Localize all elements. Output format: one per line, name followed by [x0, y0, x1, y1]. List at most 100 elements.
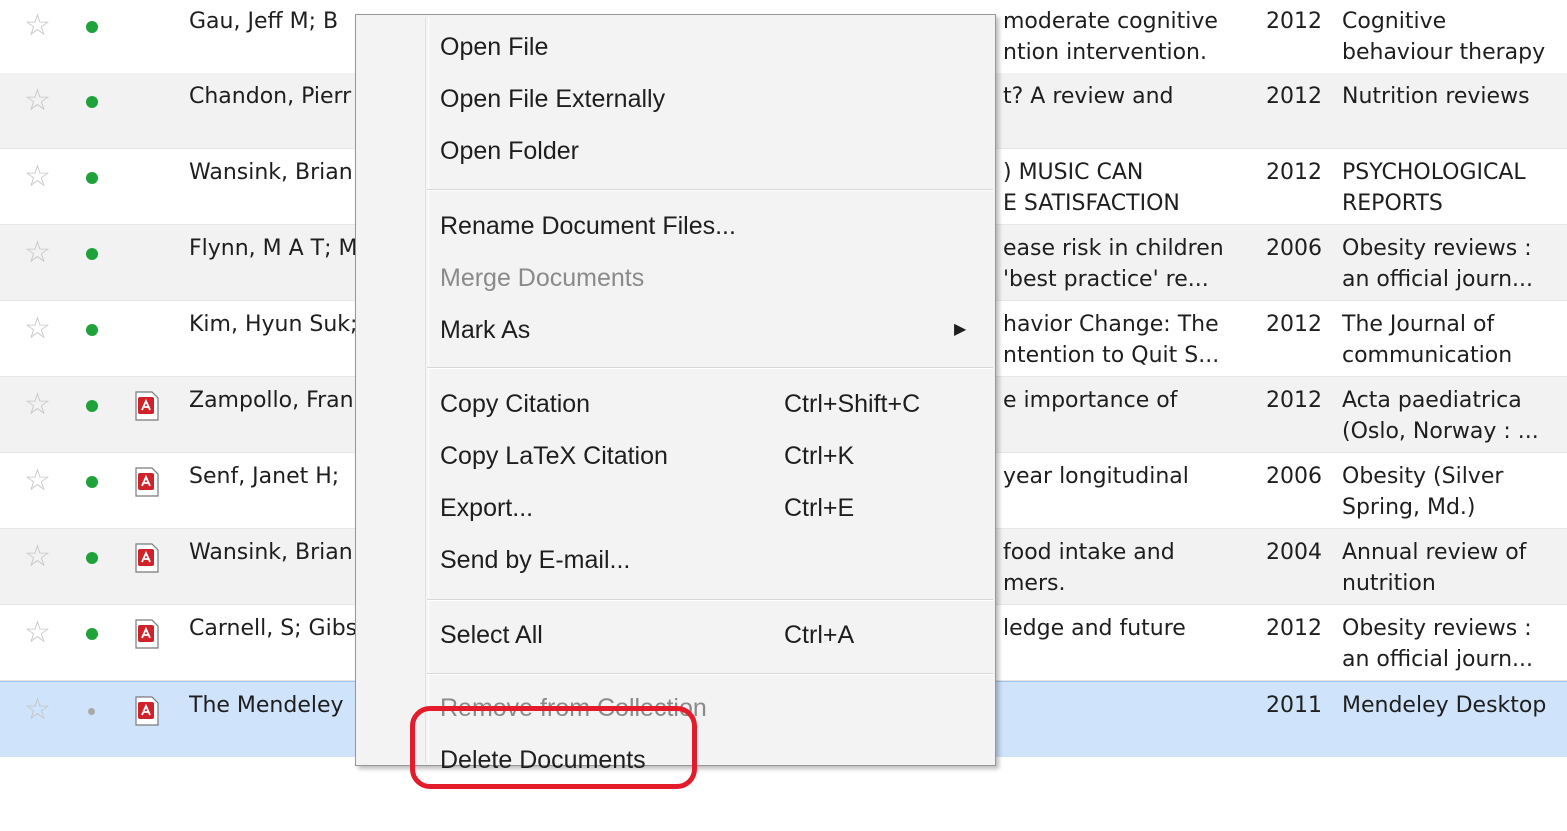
published-in-cell: PSYCHOLOGICAL REPORTS [1342, 157, 1567, 219]
menu-item-send-by-email[interactable]: Send by E-mail... [356, 536, 995, 584]
published-in-cell-line: (Oslo, Norway : ... [1342, 419, 1539, 444]
title-cell: food intake and mers. [1003, 537, 1243, 599]
pdf-file-icon[interactable] [134, 543, 160, 573]
title-cell: havior Change: The ntention to Quit S... [1003, 309, 1243, 371]
menu-item-shortcut: Ctrl+Shift+C [784, 390, 921, 418]
year-cell: 2012 [1266, 157, 1326, 188]
published-in-cell-line: Obesity (Silver [1342, 464, 1504, 489]
title-cell: ) MUSIC CAN E SATISFACTION [1003, 157, 1243, 219]
favorite-star-icon[interactable]: ☆ [24, 618, 51, 648]
published-in-cell: Obesity (Silver Spring, Md.) [1342, 461, 1567, 523]
menu-item-mark-as[interactable]: Mark As ▶ [356, 306, 995, 354]
unread-dot-icon[interactable] [86, 96, 98, 108]
unread-dot-icon[interactable] [86, 172, 98, 184]
published-in-cell: The Journal of communication [1342, 309, 1567, 371]
menu-separator [427, 673, 993, 675]
context-menu: Open File Open File Externally Open Fold… [355, 14, 996, 774]
pdf-file-icon[interactable] [134, 696, 160, 726]
published-in-cell-line: Nutrition reviews [1342, 84, 1530, 109]
menu-item-merge-documents[interactable]: Merge Documents [356, 254, 995, 302]
published-in-cell: Obesity reviews : an official journ... [1342, 233, 1567, 295]
menu-item-label: Select All [440, 621, 543, 649]
menu-item-label: Merge Documents [440, 264, 645, 292]
published-in-cell-line: Spring, Md.) [1342, 495, 1476, 520]
title-cell-line: t? A review and [1003, 84, 1174, 109]
favorite-star-icon[interactable]: ☆ [24, 162, 51, 192]
favorite-star-icon[interactable]: ☆ [24, 238, 51, 268]
menu-item-rename-document-files[interactable]: Rename Document Files... [356, 202, 995, 250]
year-cell-line: 2012 [1266, 160, 1322, 185]
title-cell-line: ledge and future [1003, 616, 1186, 641]
year-cell-line: 2012 [1266, 312, 1322, 337]
year-cell-line: 2011 [1266, 693, 1322, 718]
favorite-star-icon[interactable]: ☆ [24, 390, 51, 420]
published-in-cell: Nutrition reviews [1342, 81, 1567, 112]
menu-separator [427, 189, 993, 191]
menu-item-copy-citation[interactable]: Copy Citation Ctrl+Shift+C [356, 380, 995, 428]
favorite-star-icon[interactable]: ☆ [24, 695, 51, 725]
unread-dot-icon[interactable] [86, 324, 98, 336]
pdf-file-icon[interactable] [134, 467, 160, 497]
published-in-cell-line: The Journal of [1342, 312, 1495, 337]
unread-dot-icon[interactable] [86, 21, 98, 33]
menu-item-open-file[interactable]: Open File [356, 23, 995, 71]
title-cell-line: ntention to Quit S... [1003, 343, 1220, 368]
favorite-star-icon[interactable]: ☆ [24, 314, 51, 344]
published-in-cell-line: Mendeley Desktop [1342, 693, 1547, 718]
unread-dot-icon[interactable] [86, 400, 98, 412]
year-cell-line: 2012 [1266, 84, 1322, 109]
menu-item-open-folder[interactable]: Open Folder [356, 127, 995, 175]
favorite-star-icon[interactable]: ☆ [24, 11, 51, 41]
year-cell: 2006 [1266, 461, 1326, 492]
menu-item-open-file-externally[interactable]: Open File Externally [356, 75, 995, 123]
published-in-cell-line: Obesity reviews : [1342, 236, 1532, 261]
menu-item-copy-latex-citation[interactable]: Copy LaTeX Citation Ctrl+K [356, 432, 995, 480]
menu-item-select-all[interactable]: Select All Ctrl+A [356, 611, 995, 659]
title-cell: ease risk in children 'best practice' re.… [1003, 233, 1243, 295]
title-cell-line: ) MUSIC CAN [1003, 160, 1144, 185]
title-cell-line: 'best practice' re... [1003, 267, 1209, 292]
unread-dot-icon[interactable] [86, 628, 98, 640]
year-cell: 2004 [1266, 537, 1326, 568]
title-cell-line: ease risk in children [1003, 236, 1224, 261]
title-cell-line: moderate cognitive [1003, 9, 1218, 34]
menu-item-label: Export... [440, 494, 534, 522]
unread-dot-icon[interactable] [86, 476, 98, 488]
delete-documents-highlight [410, 706, 697, 789]
published-in-cell-line: behaviour therapy [1342, 40, 1546, 65]
published-in-cell: Annual review of nutrition [1342, 537, 1567, 599]
title-cell-line: year longitudinal [1003, 464, 1189, 489]
menu-separator [427, 599, 993, 601]
year-cell: 2011 [1266, 690, 1326, 721]
year-cell: 2012 [1266, 385, 1326, 416]
title-cell-line: E SATISFACTION [1003, 191, 1180, 216]
menu-item-label: Copy LaTeX Citation [440, 442, 668, 470]
unread-dot-icon[interactable] [86, 248, 98, 260]
menu-item-label: Rename Document Files... [440, 212, 736, 240]
title-cell: ledge and future [1003, 613, 1243, 644]
title-cell-line: mers. [1003, 571, 1066, 596]
favorite-star-icon[interactable]: ☆ [24, 86, 51, 116]
year-cell: 2012 [1266, 613, 1326, 644]
year-cell-line: 2006 [1266, 464, 1322, 489]
menu-item-export[interactable]: Export... Ctrl+E [356, 484, 995, 532]
published-in-cell-line: PSYCHOLOGICAL [1342, 160, 1526, 185]
published-in-cell: Obesity reviews : an official journ... [1342, 613, 1567, 675]
favorite-star-icon[interactable]: ☆ [24, 466, 51, 496]
published-in-cell-line: communication [1342, 343, 1513, 368]
menu-separator [427, 367, 993, 369]
title-cell: t? A review and [1003, 81, 1243, 112]
title-cell: year longitudinal [1003, 461, 1243, 492]
read-status-icon[interactable] [88, 708, 95, 715]
unread-dot-icon[interactable] [86, 552, 98, 564]
published-in-cell-line: Cognitive [1342, 9, 1447, 34]
pdf-file-icon[interactable] [134, 391, 160, 421]
title-cell-line: e importance of [1003, 388, 1178, 413]
year-cell: 2012 [1266, 81, 1326, 112]
published-in-cell-line: Obesity reviews : [1342, 616, 1532, 641]
published-in-cell: Acta paediatrica (Oslo, Norway : ... [1342, 385, 1567, 447]
title-cell-line: havior Change: The [1003, 312, 1219, 337]
year-cell-line: 2006 [1266, 236, 1322, 261]
favorite-star-icon[interactable]: ☆ [24, 542, 51, 572]
pdf-file-icon[interactable] [134, 619, 160, 649]
